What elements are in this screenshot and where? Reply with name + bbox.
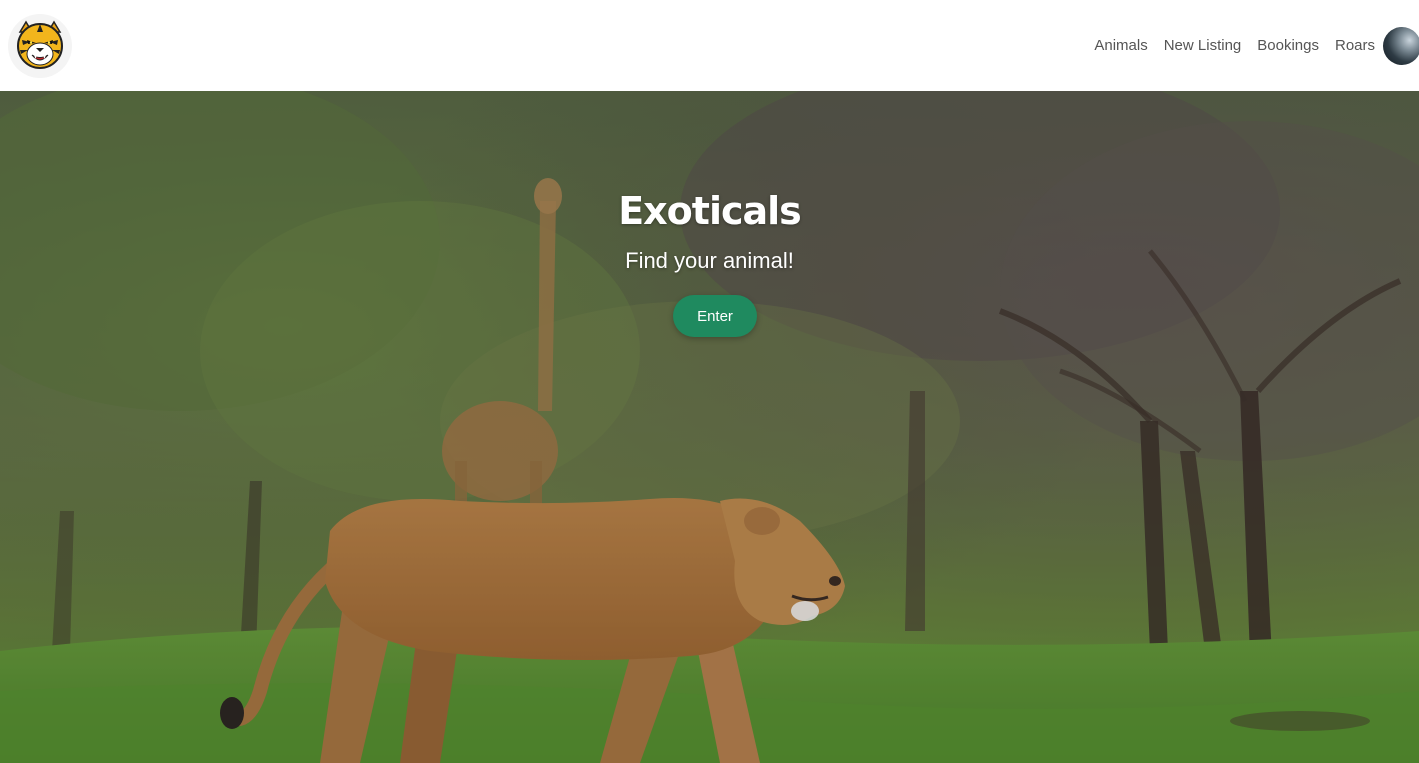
nav-link-new-listing[interactable]: New Listing — [1164, 37, 1242, 54]
hero-section: Exoticals Find your animal! Enter — [0, 91, 1419, 763]
hero-subtitle: Find your animal! — [625, 248, 794, 273]
tiger-logo-icon — [17, 20, 63, 69]
nav-links: Animals New Listing Bookings Roars — [1094, 0, 1419, 91]
nav-link-bookings[interactable]: Bookings — [1257, 37, 1319, 54]
logo[interactable] — [8, 14, 72, 78]
nav-link-roars[interactable]: Roars — [1335, 37, 1375, 54]
user-avatar[interactable] — [1383, 26, 1419, 65]
navbar: Animals New Listing Bookings Roars — [0, 0, 1419, 91]
nav-link-animals[interactable]: Animals — [1094, 37, 1147, 54]
hero-title: Exoticals — [618, 189, 802, 233]
enter-button[interactable]: Enter — [673, 295, 757, 337]
